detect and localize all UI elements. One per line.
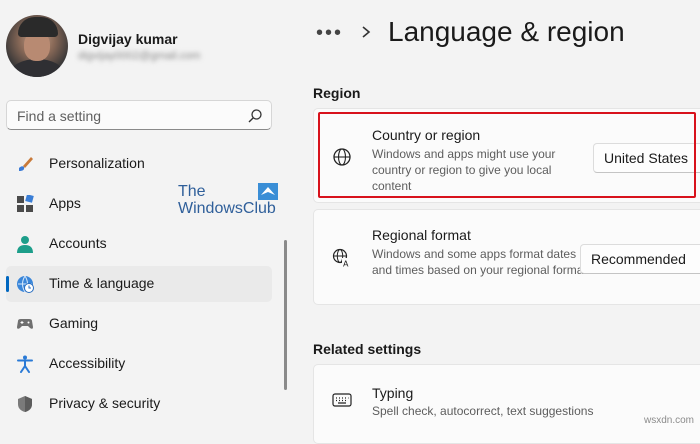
regional-format-dropdown[interactable]: Recommended bbox=[580, 244, 700, 274]
highlight-box bbox=[318, 112, 696, 198]
sidebar-item-label: Accounts bbox=[49, 235, 107, 251]
sidebar-item-accessibility[interactable]: Accessibility bbox=[6, 346, 272, 382]
sidebar-item-label: Privacy & security bbox=[49, 395, 161, 411]
language-format-icon: A bbox=[332, 248, 351, 269]
typing-card[interactable]: Typing Spell check, autocorrect, text su… bbox=[313, 364, 700, 444]
site-watermark: wsxdn.com bbox=[643, 415, 694, 426]
globe-clock-icon bbox=[17, 275, 34, 293]
sidebar-item-label: Accessibility bbox=[49, 355, 126, 371]
page-title: Language & region bbox=[388, 16, 625, 47]
apps-icon bbox=[17, 195, 34, 212]
chevron-right-icon bbox=[362, 26, 371, 38]
user-name: Digvijay kumar bbox=[78, 31, 178, 47]
sidebar-item-gaming[interactable]: Gaming bbox=[6, 306, 272, 342]
regional-format-card: A Regional format Windows and some apps … bbox=[313, 209, 700, 305]
svg-text:A: A bbox=[343, 260, 349, 269]
typing-description: Spell check, autocorrect, text suggestio… bbox=[372, 404, 594, 418]
search-icon[interactable] bbox=[247, 108, 263, 124]
regional-format-description: Windows and some apps format dates and t… bbox=[372, 247, 587, 277]
related-settings-heading: Related settings bbox=[313, 341, 422, 357]
accessibility-icon bbox=[17, 355, 33, 373]
keyboard-icon bbox=[332, 393, 352, 407]
brush-icon bbox=[19, 157, 33, 171]
sidebar-scrollbar[interactable] bbox=[284, 240, 287, 390]
typing-title: Typing bbox=[372, 385, 414, 401]
sidebar-item-personalization[interactable]: Personalization bbox=[6, 146, 272, 182]
shield-icon bbox=[18, 396, 32, 412]
search-input[interactable]: Find a setting bbox=[17, 108, 101, 124]
sidebar-item-accounts[interactable]: Accounts bbox=[6, 226, 272, 262]
sidebar-item-label: Apps bbox=[49, 195, 81, 211]
person-icon bbox=[17, 236, 33, 253]
sidebar-item-label: Personalization bbox=[49, 155, 145, 171]
regional-format-title: Regional format bbox=[372, 227, 471, 243]
windowsclub-logo-icon bbox=[258, 183, 278, 200]
breadcrumb-more-button[interactable]: ••• bbox=[316, 22, 343, 45]
sidebar-item-label: Time & language bbox=[49, 275, 155, 291]
sidebar-item-privacy-security[interactable]: Privacy & security bbox=[6, 386, 272, 422]
user-email: digvijay0002@gmail.com bbox=[78, 50, 201, 62]
gamepad-icon bbox=[17, 319, 33, 329]
region-heading: Region bbox=[313, 85, 361, 101]
sidebar-item-time-language[interactable]: Time & language bbox=[6, 266, 272, 302]
sidebar-item-label: Gaming bbox=[49, 315, 99, 331]
active-indicator bbox=[6, 276, 9, 292]
avatar[interactable] bbox=[6, 15, 68, 77]
search-box[interactable]: Find a setting bbox=[6, 100, 272, 130]
